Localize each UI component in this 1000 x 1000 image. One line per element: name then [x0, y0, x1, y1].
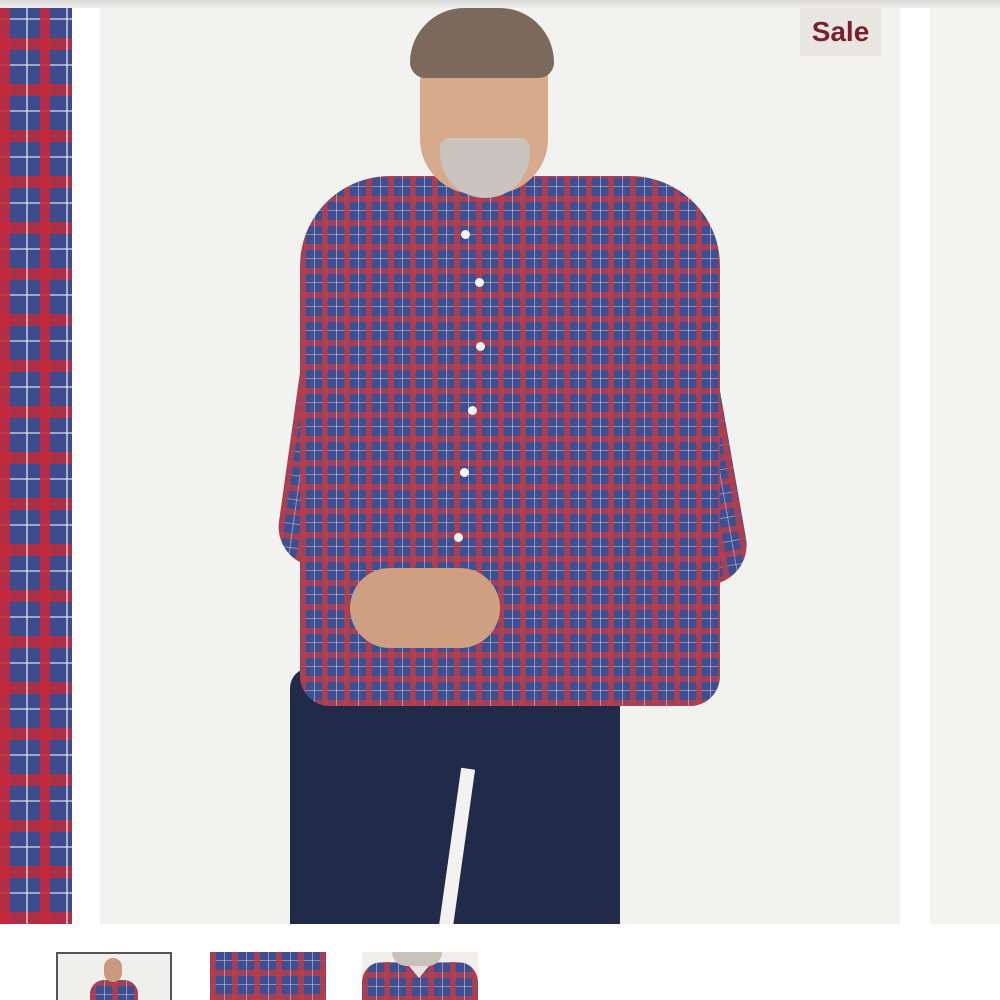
thumbnail-shirt — [90, 980, 138, 1000]
thumbnail-3[interactable] — [362, 952, 478, 1000]
thumbnail-model-head — [104, 958, 122, 982]
shirt-button — [468, 406, 477, 415]
model-hair — [410, 8, 554, 78]
sale-badge: Sale — [800, 8, 881, 56]
current-slide[interactable] — [100, 8, 900, 924]
previous-slide[interactable] — [0, 8, 72, 924]
next-slide[interactable] — [930, 8, 1000, 924]
thumbnail-strip — [0, 924, 1000, 1000]
shirt-button — [461, 230, 470, 239]
top-edge-bar — [0, 0, 1000, 8]
shirt-button — [460, 468, 469, 477]
thumbnail-2[interactable] — [210, 952, 326, 1000]
plaid-fabric-image — [0, 8, 72, 924]
shirt-button — [475, 278, 484, 287]
sale-badge-label: Sale — [811, 16, 870, 47]
product-image-carousel[interactable] — [0, 8, 1000, 924]
thumbnail-1[interactable] — [56, 952, 172, 1000]
shirt-button — [454, 533, 463, 542]
thumbnail-beard — [392, 952, 442, 966]
model-clasped-hands — [350, 568, 500, 648]
shirt-button — [476, 342, 485, 351]
